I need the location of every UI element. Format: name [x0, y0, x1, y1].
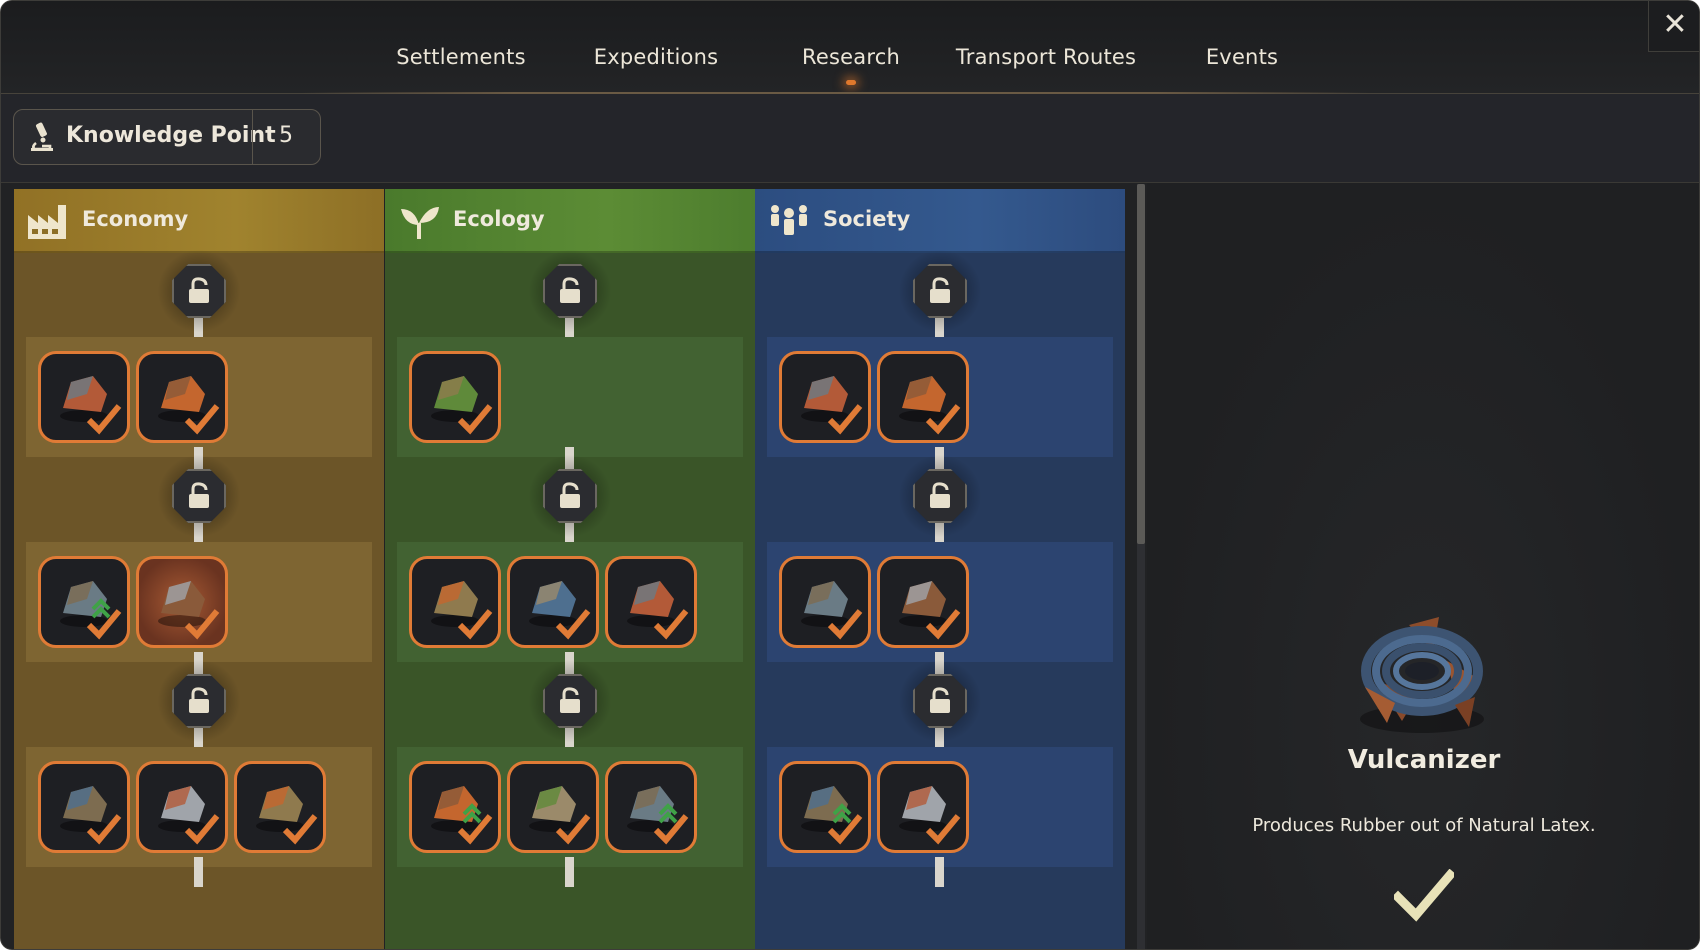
research-node[interactable]	[136, 351, 228, 443]
researched-check-icon	[86, 814, 122, 845]
researched-check-icon	[86, 404, 122, 435]
tree-connector	[935, 857, 944, 887]
researched-check-icon	[457, 609, 493, 640]
research-node[interactable]	[779, 351, 871, 443]
research-node[interactable]	[409, 351, 501, 443]
ecology-header: Ecology	[385, 189, 755, 253]
scroll-thumb[interactable]	[1137, 184, 1145, 544]
researched-check-icon	[827, 609, 863, 640]
ecology-column: Ecology	[385, 189, 755, 949]
researched-check-icon	[925, 814, 961, 845]
researched-check-icon	[925, 404, 961, 435]
tree-scrollbar[interactable]	[1137, 184, 1145, 949]
tab-events[interactable]: Events	[1206, 45, 1278, 69]
people-icon	[771, 205, 807, 235]
detail-panel: Vulcanizer Produces Rubber out of Natura…	[1147, 183, 1699, 949]
researched-check-icon	[457, 404, 493, 435]
society-header: Society	[755, 189, 1125, 253]
resource-bar: Knowledge Point 5	[1, 94, 1699, 183]
research-node[interactable]	[38, 351, 130, 443]
researched-check-icon	[282, 814, 318, 845]
research-node[interactable]	[605, 556, 697, 648]
tree-connector	[565, 857, 574, 887]
research-node[interactable]	[605, 761, 697, 853]
researched-check-icon	[555, 814, 591, 845]
researched-check-icon	[653, 814, 689, 845]
research-node[interactable]	[409, 761, 501, 853]
researched-check-icon	[1394, 869, 1454, 922]
research-window: Settlements Expeditions Research Transpo…	[0, 0, 1700, 950]
tree-connector	[194, 857, 203, 887]
top-navigation: Settlements Expeditions Research Transpo…	[1, 1, 1699, 94]
sprout-icon	[401, 207, 439, 239]
research-node[interactable]	[136, 556, 228, 648]
tab-settlements[interactable]: Settlements	[396, 45, 526, 69]
detail-description: Produces Rubber out of Natural Latex.	[1252, 815, 1596, 836]
research-node[interactable]	[507, 761, 599, 853]
vulcanizer-icon	[1360, 617, 1484, 733]
tab-expeditions[interactable]: Expeditions	[594, 45, 718, 69]
research-node[interactable]	[779, 761, 871, 853]
research-node[interactable]	[507, 556, 599, 648]
research-node[interactable]	[136, 761, 228, 853]
research-node[interactable]	[877, 761, 969, 853]
microscope-icon	[31, 122, 53, 151]
research-node[interactable]	[38, 761, 130, 853]
knowledge-point-label: Knowledge Point	[66, 123, 276, 148]
knowledge-point-counter: Knowledge Point 5	[13, 109, 321, 165]
research-node[interactable]	[38, 556, 130, 648]
researched-check-icon	[653, 609, 689, 640]
column-title: Ecology	[453, 207, 545, 231]
economy-column: Economy	[14, 189, 384, 949]
research-node[interactable]	[779, 556, 871, 648]
researched-check-icon	[86, 609, 122, 640]
research-node[interactable]	[877, 556, 969, 648]
researched-check-icon	[827, 404, 863, 435]
research-node[interactable]	[234, 761, 326, 853]
researched-check-icon	[457, 814, 493, 845]
research-node[interactable]	[877, 351, 969, 443]
tier-unlock-icon	[172, 264, 226, 318]
close-button[interactable]: ✕	[1648, 1, 1699, 52]
researched-check-icon	[184, 609, 220, 640]
knowledge-point-value: 5	[279, 123, 293, 148]
detail-title: Vulcanizer	[1347, 745, 1501, 775]
column-title: Society	[823, 207, 911, 231]
factory-icon	[28, 205, 66, 239]
researched-check-icon	[555, 609, 591, 640]
economy-header: Economy	[14, 189, 384, 253]
researched-check-icon	[184, 404, 220, 435]
researched-check-icon	[184, 814, 220, 845]
column-title: Economy	[82, 207, 189, 231]
researched-check-icon	[827, 814, 863, 845]
society-column: Society	[755, 189, 1125, 949]
researched-check-icon	[925, 609, 961, 640]
tab-research[interactable]: Research	[802, 45, 900, 85]
research-node[interactable]	[409, 556, 501, 648]
tab-transport-routes[interactable]: Transport Routes	[956, 45, 1136, 69]
close-icon: ✕	[1662, 8, 1688, 41]
